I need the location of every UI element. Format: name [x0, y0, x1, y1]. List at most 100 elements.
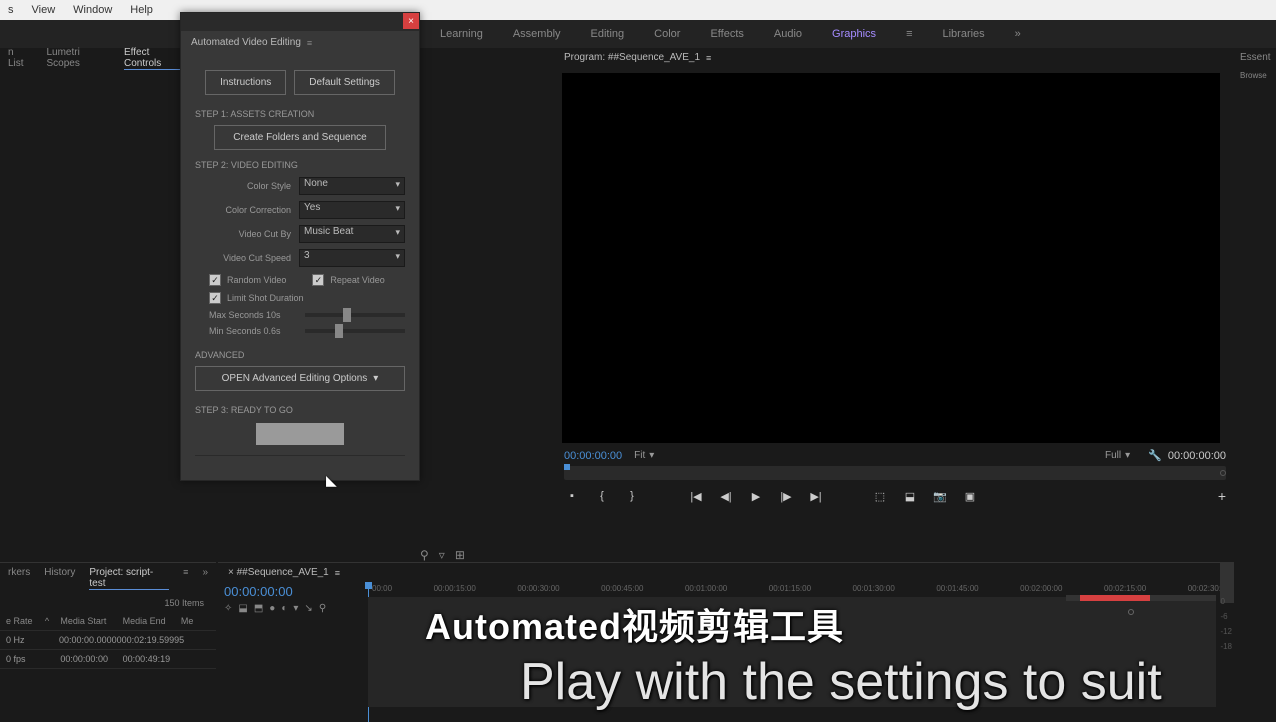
close-icon[interactable]: ×: [403, 13, 419, 29]
go-button[interactable]: [256, 423, 344, 445]
video-cut-speed-select[interactable]: 3: [299, 249, 405, 267]
repeat-video-label: Repeat Video: [330, 275, 384, 285]
menu-item-window[interactable]: Window: [73, 4, 112, 16]
fit-dropdown[interactable]: Fit▾: [634, 450, 654, 461]
timeline-timecode[interactable]: 00:00:00:00: [224, 584, 362, 599]
timeline-marker-dot[interactable]: [1128, 609, 1134, 615]
program-scrubber[interactable]: [564, 466, 1226, 480]
tab-nlist[interactable]: n List: [8, 47, 28, 69]
default-settings-button[interactable]: Default Settings: [294, 70, 395, 95]
chevron-down-icon: ▾: [1125, 450, 1130, 461]
random-video-checkbox[interactable]: ✓: [209, 274, 221, 286]
tab-project[interactable]: Project: script-test: [89, 567, 169, 590]
color-correction-select[interactable]: Yes: [299, 201, 405, 219]
timeline-zoom-bar[interactable]: [1080, 595, 1150, 601]
cell: 00:02:19.59995: [122, 635, 182, 645]
insert-icon[interactable]: ◐: [281, 603, 287, 614]
wrench-icon[interactable]: 🔧: [1148, 449, 1162, 462]
linked-icon[interactable]: ⬓: [238, 603, 247, 614]
funnel-icon[interactable]: ▿: [439, 548, 445, 562]
scrubber-end-marker[interactable]: [1220, 470, 1226, 476]
tab-markers[interactable]: rkers: [8, 567, 30, 590]
advanced-options-button[interactable]: OPEN Advanced Editing Options ▾: [195, 366, 405, 391]
out-point-button[interactable]: }: [624, 488, 640, 504]
tick: 00:00:30:00: [517, 584, 559, 593]
menu-item-view[interactable]: View: [32, 4, 56, 16]
video-caption-title: Automated视频剪辑工具: [425, 598, 844, 650]
marker-icon[interactable]: ⬒: [254, 603, 263, 614]
menu-item-s[interactable]: s: [8, 4, 14, 16]
overflow-icon[interactable]: »: [202, 567, 208, 590]
caption-icon[interactable]: ↘: [304, 603, 312, 614]
marker-button[interactable]: ▪: [564, 488, 580, 504]
goto-out-button[interactable]: ▶|: [808, 488, 824, 504]
chevron-down-icon: ▾: [649, 450, 654, 461]
program-monitor-viewport[interactable]: [562, 73, 1220, 443]
goto-in-button[interactable]: |◀: [688, 488, 704, 504]
tab-effect-controls[interactable]: Effect Controls: [124, 47, 180, 70]
workspace-assembly[interactable]: Assembly: [513, 28, 561, 40]
scrubber-playhead[interactable]: [564, 464, 570, 470]
workspace-color[interactable]: Color: [654, 28, 680, 40]
step-back-button[interactable]: ◀|: [718, 488, 734, 504]
add-button-icon[interactable]: +: [1218, 488, 1226, 504]
project-header-row[interactable]: e Rate ^ Media Start Media End Me: [0, 612, 216, 631]
cell: 0 fps: [6, 654, 45, 664]
comparison-button[interactable]: ▣: [962, 488, 978, 504]
limit-shot-label: Limit Shot Duration: [227, 293, 304, 303]
in-point-button[interactable]: {: [594, 488, 610, 504]
program-timecode-left[interactable]: 00:00:00:00: [564, 450, 622, 462]
workspace-learning[interactable]: Learning: [440, 28, 483, 40]
workspace-overflow-icon[interactable]: »: [1015, 28, 1021, 40]
workspace-libraries[interactable]: Libraries: [942, 28, 984, 40]
cell: [181, 654, 210, 664]
tab-menu-icon[interactable]: ≡: [335, 568, 340, 578]
snap-icon[interactable]: ✧: [224, 603, 232, 614]
workspace-editing[interactable]: Editing: [591, 28, 625, 40]
workspace-effects[interactable]: Effects: [710, 28, 743, 40]
step-forward-button[interactable]: |▶: [778, 488, 794, 504]
menu-item-help[interactable]: Help: [130, 4, 153, 16]
extract-button[interactable]: ⬓: [902, 488, 918, 504]
chevron-down-icon[interactable]: ≡: [906, 28, 912, 40]
tick: 00:01:00:00: [685, 584, 727, 593]
filter-icon[interactable]: ⚲: [420, 548, 429, 562]
min-seconds-slider[interactable]: [305, 329, 405, 333]
create-folders-button[interactable]: Create Folders and Sequence: [214, 125, 385, 150]
source-tool-row: ⚲ ▿ ⊞: [420, 548, 465, 562]
tick: 00:01:15:00: [769, 584, 811, 593]
tab-history[interactable]: History: [44, 567, 75, 590]
advanced-button-label: OPEN Advanced Editing Options: [222, 373, 368, 384]
project-row[interactable]: 0 fps 00:00:00:00 00:00:49:19: [0, 650, 216, 669]
step2-label: STEP 2: VIDEO EDITING: [195, 160, 405, 170]
timeline-tab[interactable]: × ##Sequence_AVE_1: [228, 567, 329, 578]
tab-lumetri-scopes[interactable]: Lumetri Scopes: [46, 47, 106, 69]
zoom-dropdown[interactable]: Full▾: [1105, 450, 1130, 461]
wrench-icon[interactable]: ⚲: [319, 603, 326, 614]
tab-menu-icon[interactable]: ≡: [183, 567, 188, 590]
tab-menu-icon[interactable]: ≡: [706, 53, 711, 63]
overwrite-icon[interactable]: ▾: [293, 603, 298, 614]
program-tab[interactable]: Program: ##Sequence_AVE_1 ≡: [556, 48, 1234, 67]
plugin-tab[interactable]: Automated Video Editing ≡: [181, 31, 419, 54]
max-seconds-slider[interactable]: [305, 313, 405, 317]
new-item-icon[interactable]: ⊞: [455, 548, 465, 562]
plugin-titlebar[interactable]: ×: [181, 13, 419, 31]
settings-icon[interactable]: ●: [269, 603, 275, 614]
tick: 00:00:45:00: [601, 584, 643, 593]
repeat-video-checkbox[interactable]: ✓: [312, 274, 324, 286]
workspace-graphics[interactable]: Graphics: [832, 28, 876, 40]
limit-shot-checkbox[interactable]: ✓: [209, 292, 221, 304]
project-row[interactable]: 0 Hz 00:00:00.00000 00:02:19.59995: [0, 631, 216, 650]
export-frame-button[interactable]: 📷: [932, 488, 948, 504]
lift-button[interactable]: ⬚: [872, 488, 888, 504]
essentials-panel-label[interactable]: Essent Browse: [1236, 48, 1276, 84]
workspace-audio[interactable]: Audio: [774, 28, 802, 40]
step1-label: STEP 1: ASSETS CREATION: [195, 109, 405, 119]
tab-close-icon[interactable]: ≡: [307, 38, 312, 48]
video-cut-by-select[interactable]: Music Beat: [299, 225, 405, 243]
play-button[interactable]: ▶: [748, 488, 764, 504]
instructions-button[interactable]: Instructions: [205, 70, 286, 95]
color-style-select[interactable]: None: [299, 177, 405, 195]
col-media-start: Media Start: [60, 616, 122, 626]
